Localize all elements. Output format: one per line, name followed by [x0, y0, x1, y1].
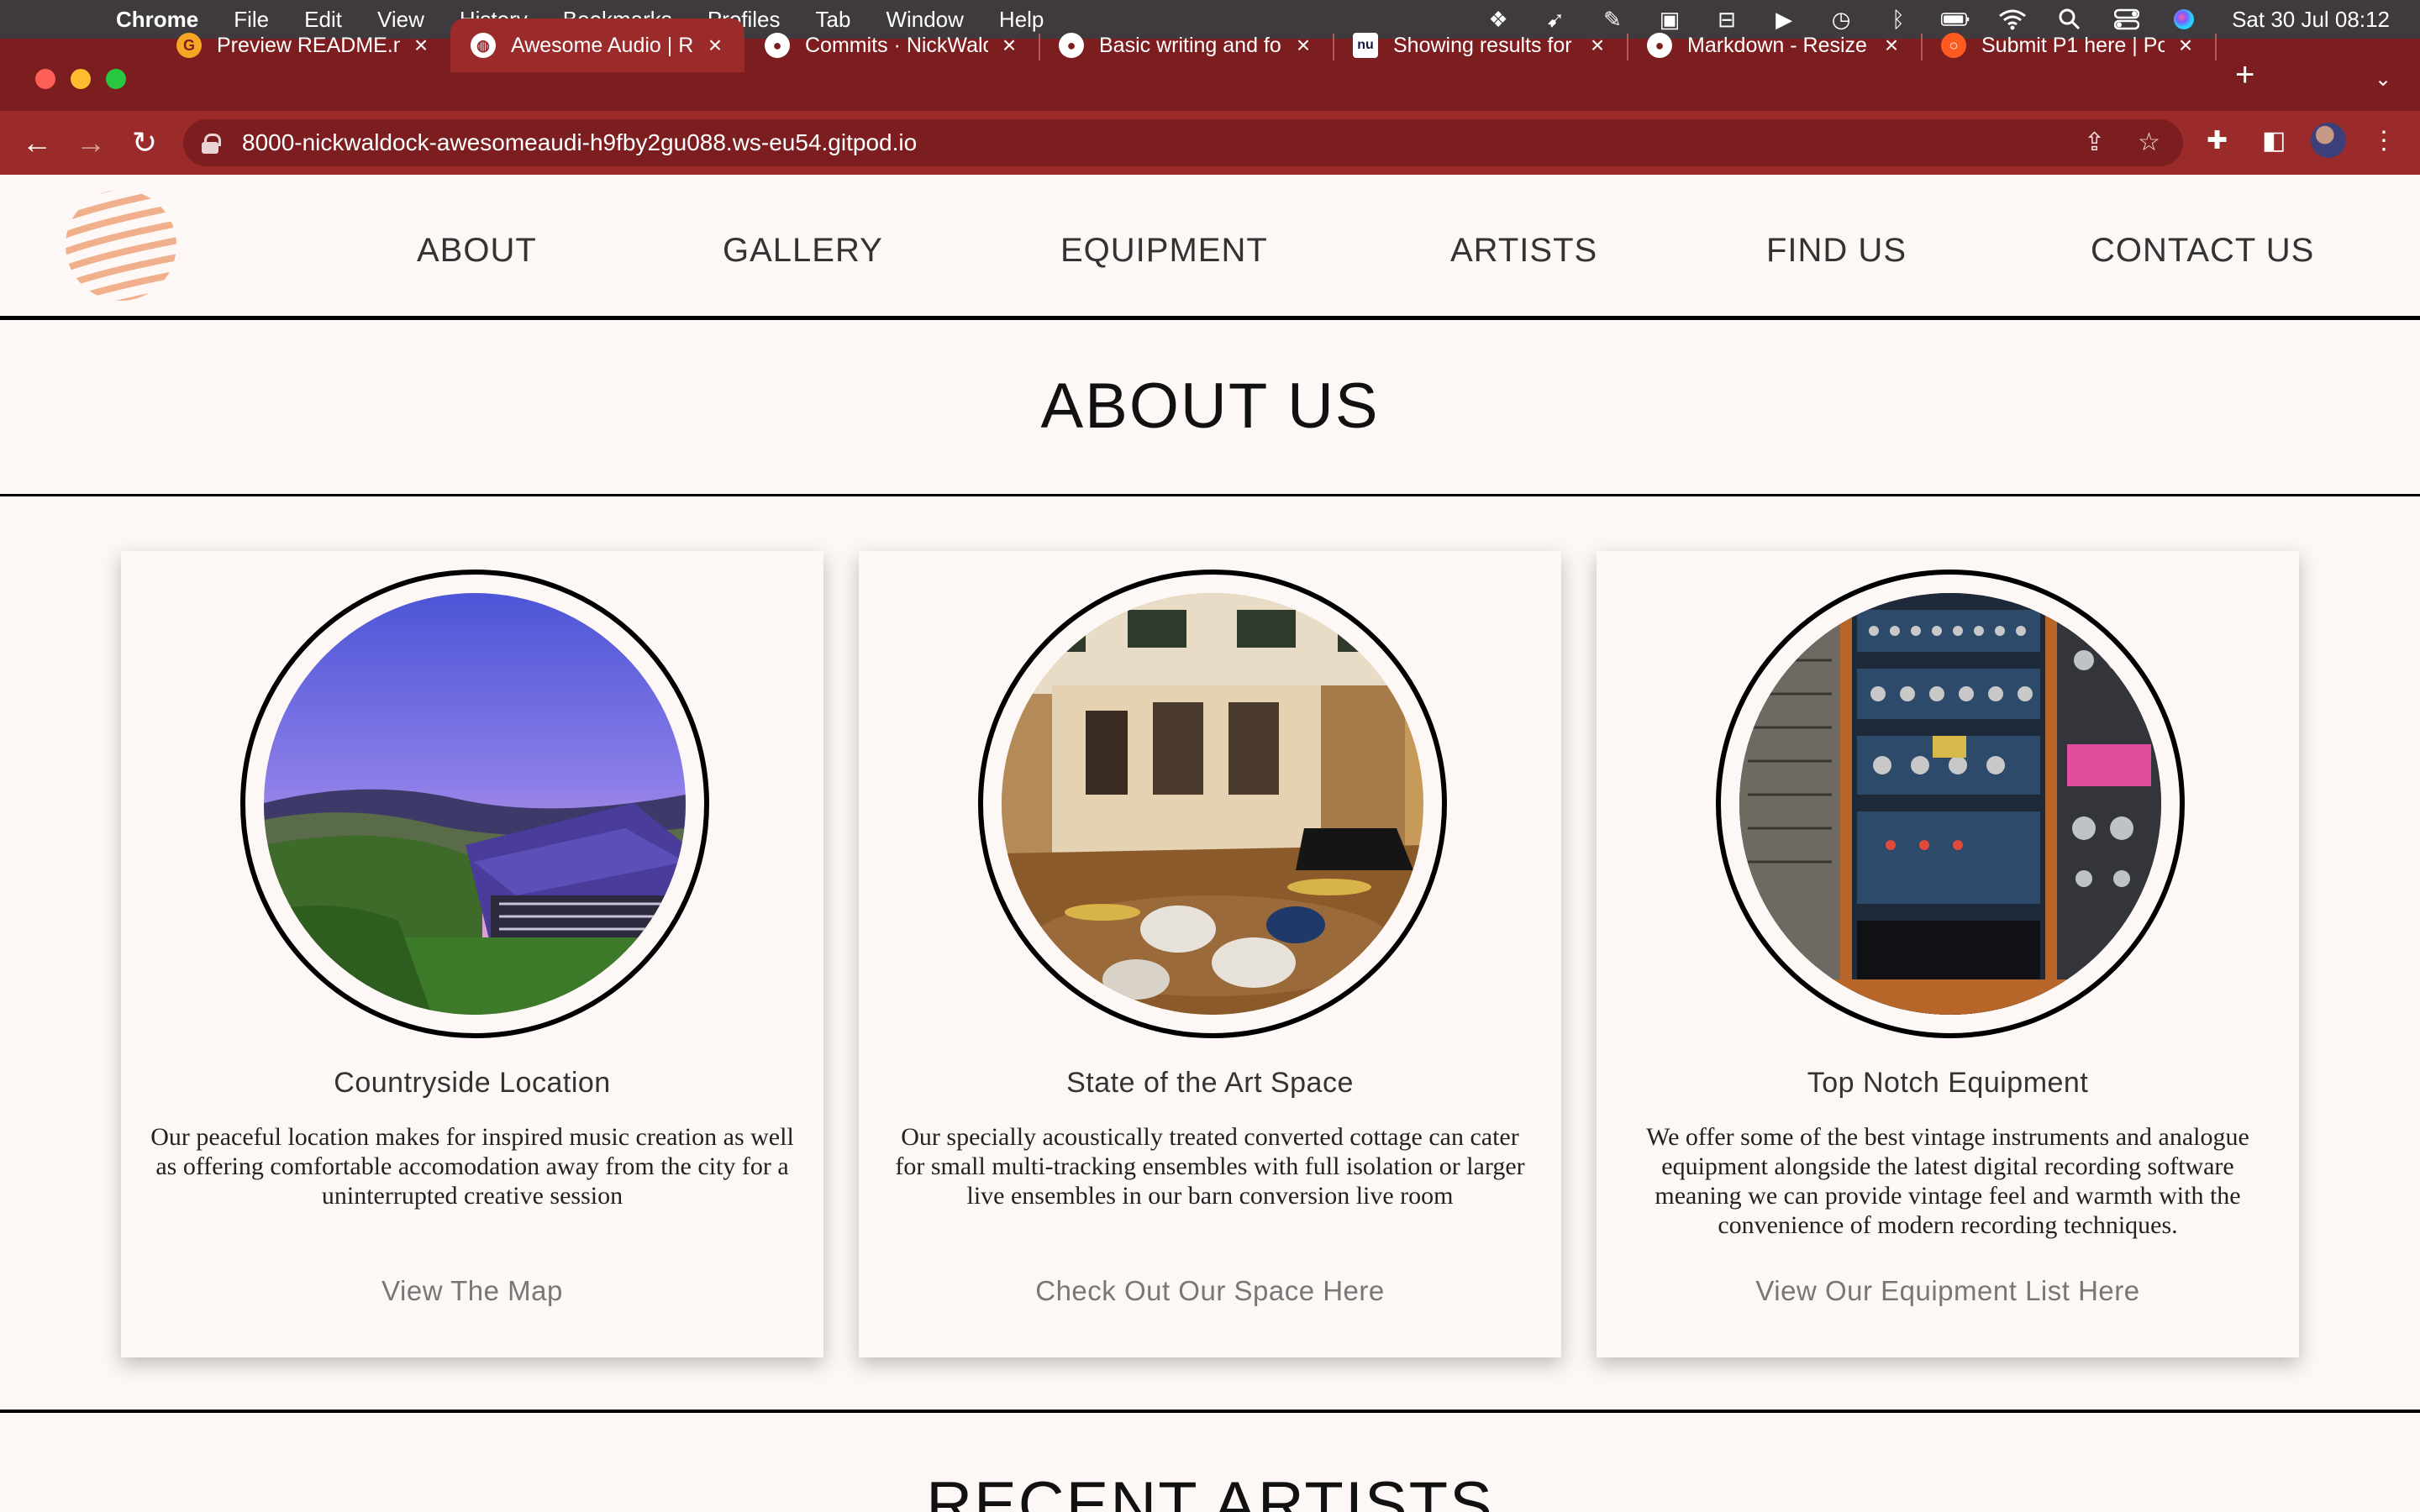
- card-image-frame: [1716, 570, 2185, 1038]
- section-divider: [0, 494, 2420, 496]
- recent-artists-section-title: RECENT ARTISTS: [926, 1469, 1494, 1512]
- bookmark-star-icon[interactable]: ☆: [2138, 128, 2160, 157]
- globe-icon: ◍: [471, 33, 496, 58]
- browser-tab[interactable]: ● Basic writing and formatting ×: [1039, 18, 1333, 72]
- card-description: Our peaceful location makes for inspired…: [150, 1123, 794, 1210]
- nav-link-about[interactable]: ABOUT: [417, 232, 537, 270]
- tab-title: Preview README.md: [217, 33, 400, 57]
- side-panel-icon[interactable]: ◧: [2262, 126, 2286, 155]
- tab-title: Submit P1 here | Portfolio: [1981, 33, 2165, 57]
- about-card-space: State of the Art Space Our specially aco…: [859, 551, 1561, 1357]
- about-card-equipment: Top Notch Equipment We offer some of the…: [1597, 551, 2299, 1357]
- menubar-clock[interactable]: Sat 30 Jul 08:12: [2232, 7, 2390, 33]
- tab-title: Showing results for: [1393, 33, 1572, 57]
- gitpod-icon: G: [176, 33, 202, 58]
- address-bar[interactable]: 8000-nickwaldock-awesomeaudi-h9fby2gu088…: [183, 119, 2183, 166]
- tab-close-icon[interactable]: ×: [997, 32, 1022, 59]
- nav-link-artists[interactable]: ARTISTS: [1450, 232, 1597, 270]
- section-divider: [0, 1410, 2420, 1413]
- kebab-menu-icon[interactable]: ⋮: [2371, 126, 2396, 155]
- card-image-frame: [978, 570, 1447, 1038]
- nu-icon: nu: [1353, 33, 1378, 58]
- nav-link-equipment[interactable]: EQUIPMENT: [1060, 232, 1268, 270]
- forward-button[interactable]: →: [74, 126, 108, 160]
- tab-close-icon[interactable]: ×: [2173, 32, 2198, 59]
- about-section-title: ABOUT US: [1040, 370, 1380, 442]
- back-button[interactable]: ←: [20, 126, 54, 160]
- github-icon: ●: [1647, 33, 1672, 58]
- header-divider: [0, 316, 2420, 320]
- browser-tab[interactable]: nu Showing results for ×: [1333, 18, 1627, 72]
- window-controls: [35, 69, 126, 89]
- web-page: ABOUT GALLERY EQUIPMENT ARTISTS FIND US …: [0, 175, 2420, 1512]
- card-description: Our specially acoustically treated conve…: [895, 1123, 1525, 1210]
- lock-icon[interactable]: [202, 134, 221, 154]
- window-close-button[interactable]: [35, 69, 55, 89]
- browser-tab[interactable]: G Preview README.md ×: [156, 18, 450, 72]
- view-map-link[interactable]: View The Map: [121, 1275, 823, 1307]
- window-minimize-button[interactable]: [71, 69, 91, 89]
- tab-close-icon[interactable]: ×: [1879, 32, 1904, 59]
- tab-close-icon[interactable]: ×: [1291, 32, 1316, 59]
- nav-link-gallery[interactable]: GALLERY: [723, 232, 883, 270]
- record-icon: ○: [1941, 33, 1966, 58]
- github-icon: ●: [1059, 33, 1084, 58]
- reload-button[interactable]: ↻: [128, 126, 161, 160]
- browser-tab[interactable]: ● Markdown - Resize image ×: [1627, 18, 1921, 72]
- browser-tab[interactable]: ○ Submit P1 here | Portfolio ×: [1921, 18, 2215, 72]
- card-title: Top Notch Equipment: [1807, 1067, 2089, 1099]
- profile-avatar[interactable]: [2311, 123, 2346, 158]
- tab-title: Basic writing and formatting: [1099, 33, 1282, 57]
- url-text[interactable]: 8000-nickwaldock-awesomeaudi-h9fby2gu088…: [242, 129, 917, 156]
- check-out-space-link[interactable]: Check Out Our Space Here: [859, 1275, 1561, 1307]
- site-logo[interactable]: [64, 188, 178, 302]
- tab-separator: [2215, 34, 2217, 60]
- card-title: Countryside Location: [334, 1067, 611, 1099]
- card-description: We offer some of the best vintage instru…: [1646, 1123, 2249, 1239]
- equipment-rack-photo: [1739, 593, 2161, 1015]
- browser-toolbar: ← → ↻ 8000-nickwaldock-awesomeaudi-h9fby…: [0, 111, 2420, 175]
- extensions-puzzle-icon[interactable]: ✚: [2207, 126, 2228, 155]
- browser-tab[interactable]: ● Commits · NickWaldock ×: [744, 18, 1039, 72]
- card-image-frame: [240, 570, 709, 1038]
- studio-room-photo: [1002, 593, 1423, 1015]
- github-icon: ●: [765, 33, 790, 58]
- browser-tab-active[interactable]: ◍ Awesome Audio | Recording Studio ×: [450, 18, 744, 72]
- tab-close-icon[interactable]: ×: [1585, 32, 1610, 59]
- tab-close-icon[interactable]: ×: [702, 32, 728, 59]
- nav-link-find-us[interactable]: FIND US: [1766, 232, 1907, 270]
- tab-title: Markdown - Resize image: [1687, 33, 1870, 57]
- tab-search-chevron-icon[interactable]: ⌄: [2375, 67, 2391, 92]
- view-equipment-link[interactable]: View Our Equipment List Here: [1597, 1275, 2299, 1307]
- card-title: State of the Art Space: [1066, 1067, 1354, 1099]
- countryside-photo: [264, 593, 686, 1015]
- window-maximize-button[interactable]: [106, 69, 126, 89]
- share-icon[interactable]: ⇪: [2084, 128, 2105, 157]
- new-tab-button[interactable]: +: [2235, 58, 2254, 92]
- tab-title: Commits · NickWaldock: [805, 33, 988, 57]
- tab-title: Awesome Audio | Recording Studio: [511, 33, 694, 57]
- nav-link-contact-us[interactable]: CONTACT US: [2091, 232, 2314, 270]
- tab-close-icon[interactable]: ×: [408, 32, 434, 59]
- about-card-location: Countryside Location Our peaceful locati…: [121, 551, 823, 1357]
